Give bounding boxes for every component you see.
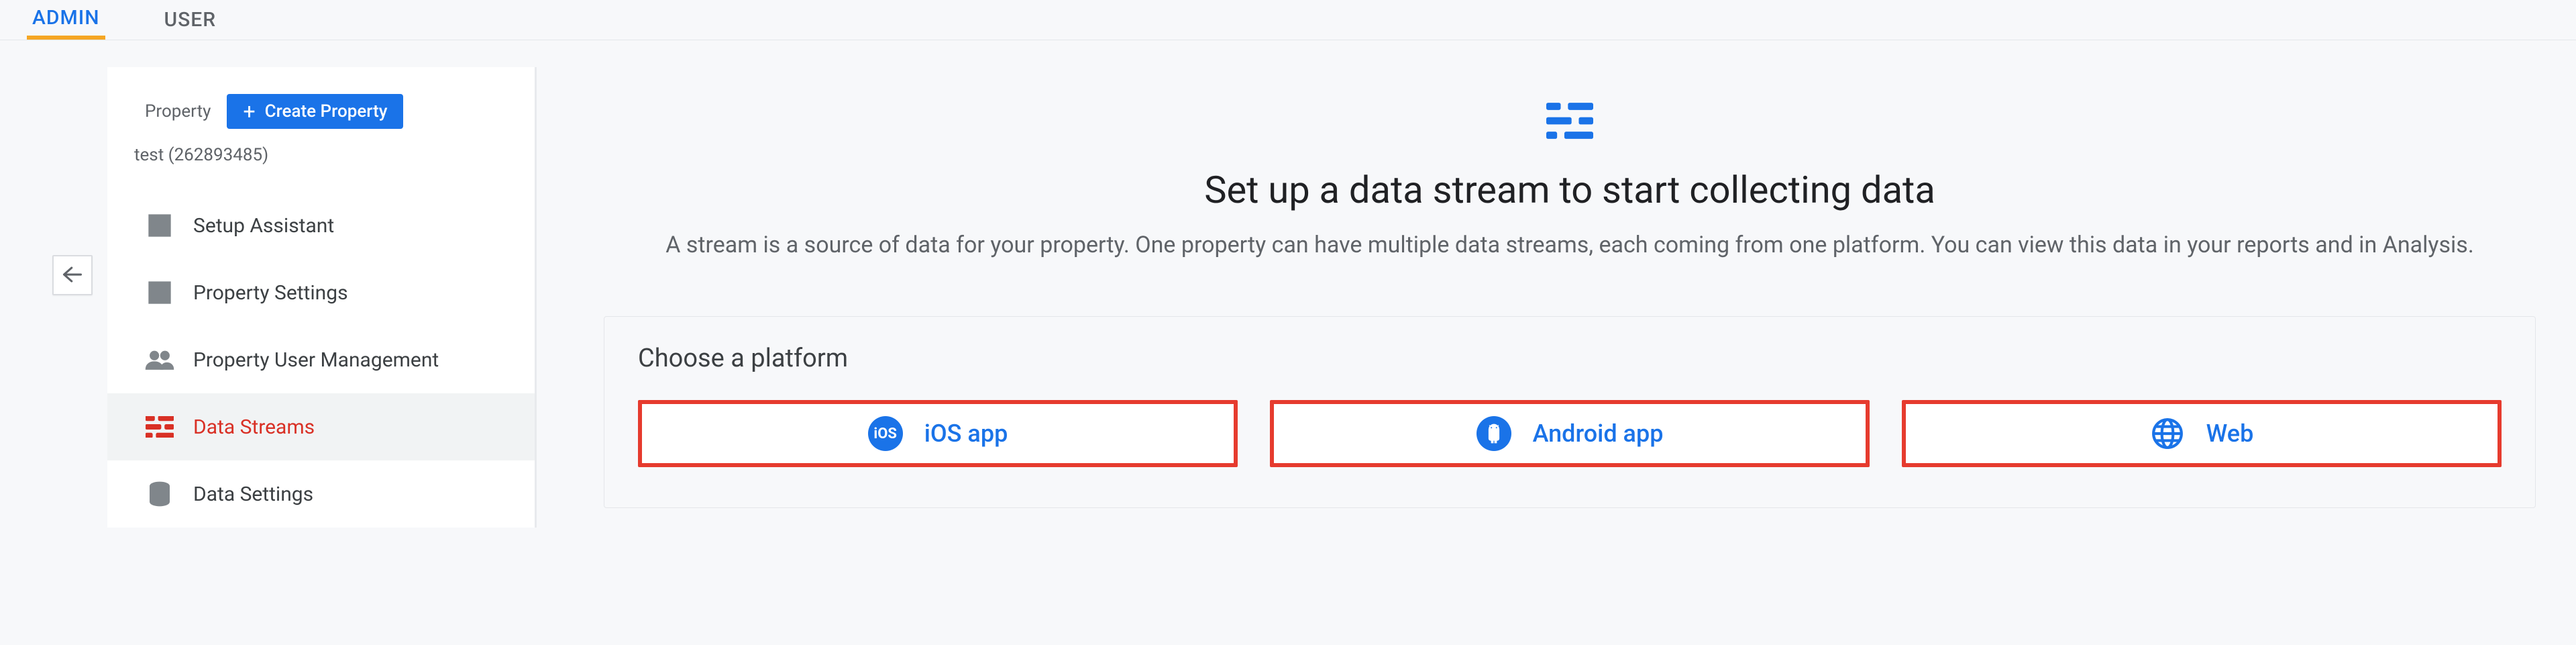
page-subtitle: A stream is a source of data for your pr… <box>665 228 2474 262</box>
create-property-label: Create Property <box>265 101 388 121</box>
nav-data-streams[interactable]: Data Streams <box>107 393 535 460</box>
main-content: Set up a data stream to start collecting… <box>537 40 2576 645</box>
people-icon <box>145 345 174 375</box>
nav-label: Property User Management <box>193 348 439 372</box>
property-label: Property <box>145 101 211 121</box>
platform-card: Choose a platform iOS iOS app Android ap <box>604 316 2536 508</box>
platform-label: Web <box>2206 419 2254 448</box>
data-streams-icon <box>145 412 174 442</box>
checkbox-icon <box>145 211 174 240</box>
back-button[interactable] <box>52 255 93 295</box>
tab-admin[interactable]: ADMIN <box>27 0 105 40</box>
property-name: test (262893485) <box>107 145 535 192</box>
plus-icon: + <box>243 101 255 122</box>
top-tabs: ADMIN USER <box>0 0 2576 40</box>
nav-label: Data Settings <box>193 483 313 506</box>
property-sidebar: Property + Create Property test (2628934… <box>107 67 537 528</box>
database-icon <box>145 479 174 509</box>
property-nav: Setup Assistant Property Settings <box>107 192 535 528</box>
create-property-button[interactable]: + Create Property <box>227 94 403 129</box>
choose-platform-label: Choose a platform <box>638 344 2502 373</box>
arrow-left-icon <box>62 262 83 288</box>
platform-ios-button[interactable]: iOS iOS app <box>638 400 1238 467</box>
nav-property-user-management[interactable]: Property User Management <box>107 326 535 393</box>
tab-user[interactable]: USER <box>159 0 222 40</box>
platform-android-button[interactable]: Android app <box>1270 400 1870 467</box>
nav-label: Property Settings <box>193 281 348 305</box>
layout-icon <box>145 278 174 307</box>
platform-label: iOS app <box>924 419 1008 448</box>
platform-label: Android app <box>1533 419 1664 448</box>
nav-property-settings[interactable]: Property Settings <box>107 259 535 326</box>
nav-setup-assistant[interactable]: Setup Assistant <box>107 192 535 259</box>
data-streams-hero-icon <box>1546 101 1593 141</box>
android-icon <box>1477 416 1511 451</box>
ios-icon: iOS <box>868 416 903 451</box>
nav-label: Data Streams <box>193 415 315 439</box>
globe-icon <box>2150 416 2185 451</box>
platform-web-button[interactable]: Web <box>1902 400 2502 467</box>
nav-data-settings[interactable]: Data Settings <box>107 460 535 528</box>
page-title: Set up a data stream to start collecting… <box>1204 168 1935 212</box>
nav-label: Setup Assistant <box>193 214 334 238</box>
